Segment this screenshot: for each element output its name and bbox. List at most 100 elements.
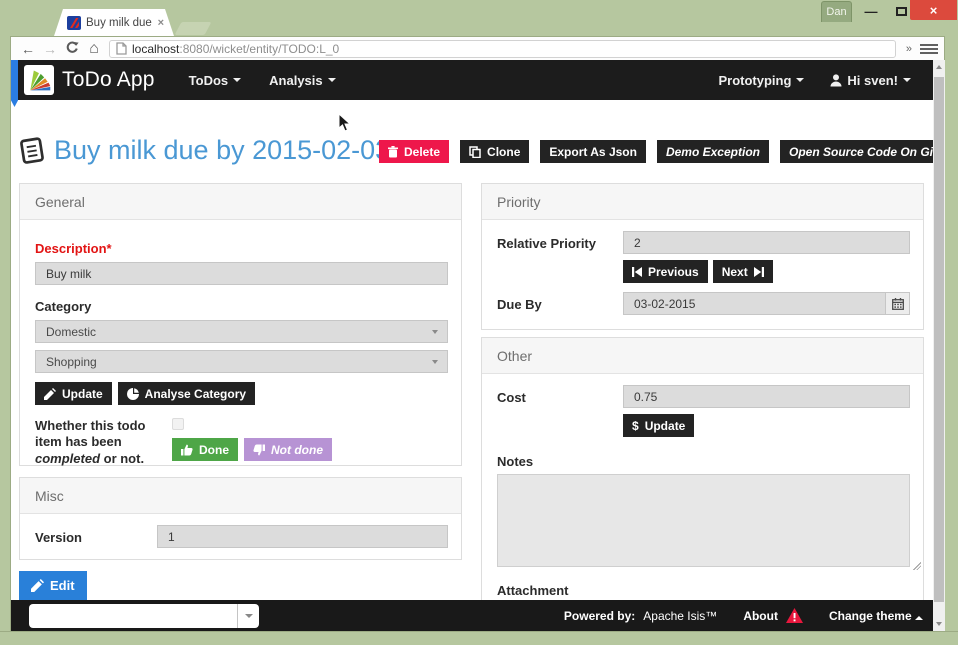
menu-analysis[interactable]: Analysis	[269, 73, 335, 88]
relative-priority-input	[623, 231, 910, 254]
calendar-button[interactable]	[886, 292, 910, 315]
chevron-down-icon	[233, 78, 241, 82]
browser-tab[interactable]: Buy milk due by 201 ×	[54, 9, 174, 36]
relative-priority-label: Relative Priority	[497, 231, 623, 283]
page-icon	[116, 42, 127, 55]
tab-title: Buy milk due by 201	[86, 17, 153, 29]
due-by-label: Due By	[497, 292, 623, 315]
menu-prototyping[interactable]: Prototyping	[718, 73, 804, 88]
chevron-up-icon	[915, 616, 923, 620]
debug-ribbon	[11, 60, 18, 107]
next-button[interactable]: Next	[713, 260, 773, 283]
app-footer: Powered by: Apache Isis™ About Change th…	[11, 600, 933, 631]
previous-button[interactable]: Previous	[623, 260, 708, 283]
cost-label: Cost	[497, 385, 623, 437]
attachment-label: Attachment	[497, 583, 910, 598]
page-header: Buy milk due by 2015-02-03	[19, 135, 390, 166]
powered-by-label: Powered by:	[564, 609, 635, 623]
menu-user[interactable]: Hi sven!	[830, 73, 911, 88]
description-input[interactable]	[35, 262, 448, 285]
update-category-button[interactable]: Update	[35, 382, 112, 405]
description-label: Description*	[35, 241, 448, 256]
apache-isis-link[interactable]: Apache Isis™	[643, 609, 717, 623]
step-forward-icon	[754, 267, 764, 277]
step-backward-icon	[632, 267, 642, 277]
analyse-category-button[interactable]: Analyse Category	[118, 382, 255, 405]
tab-close-icon[interactable]: ×	[158, 17, 164, 29]
cost-update-button[interactable]: $ Update	[623, 414, 694, 437]
subcategory-select[interactable]: Shopping	[35, 350, 448, 373]
menu-todos[interactable]: ToDos	[189, 73, 241, 88]
thumbs-up-icon	[181, 444, 193, 456]
browser-toolbar: ← → ⌂ localhost:8080/wicket/entity/TODO:…	[10, 36, 945, 60]
brand-logo[interactable]	[24, 65, 54, 95]
home-icon[interactable]: ⌂	[83, 40, 105, 58]
calendar-icon	[892, 298, 904, 310]
not-done-button[interactable]: Not done	[244, 438, 332, 461]
dollar-icon: $	[632, 419, 639, 433]
back-icon[interactable]: ←	[17, 41, 39, 57]
resize-handle[interactable]	[913, 562, 921, 570]
other-panel: Other Cost $ Update Notes Attachment Doc	[481, 337, 924, 627]
warning-triangle-icon[interactable]	[786, 608, 803, 623]
export-json-button[interactable]: Export As Json	[540, 140, 646, 163]
url-host: localhost	[132, 42, 179, 56]
window-close-button[interactable]: ×	[910, 0, 957, 20]
url-text: localhost:8080/wicket/entity/TODO:L_0	[132, 42, 339, 56]
browser-profile-button[interactable]: Dan	[821, 1, 852, 22]
chevron-down-icon	[432, 360, 438, 364]
category-select[interactable]: Domestic	[35, 320, 448, 343]
footer-theme-select[interactable]	[29, 604, 259, 628]
isis-favicon	[67, 16, 81, 30]
notes-label: Notes	[497, 454, 910, 469]
window-frame-bottom	[0, 631, 958, 645]
priority-panel: Priority Relative Priority Previous Next	[481, 183, 924, 330]
open-source-button[interactable]: Open Source Code On Github	[780, 140, 933, 163]
url-bar[interactable]: localhost:8080/wicket/entity/TODO:L_0	[109, 40, 896, 58]
browser-menu-icon[interactable]	[920, 44, 938, 54]
general-panel: General Description* Category Domestic S…	[19, 183, 462, 466]
maximize-icon	[896, 7, 907, 16]
completed-label: Whether this todo item has been complete…	[35, 418, 172, 467]
scroll-down-icon[interactable]	[933, 617, 945, 631]
done-button[interactable]: Done	[172, 438, 238, 461]
category-label: Category	[35, 299, 448, 314]
pie-chart-icon	[127, 388, 139, 400]
notes-textarea[interactable]	[497, 474, 910, 567]
thumbs-down-icon	[253, 444, 265, 456]
demo-exception-button[interactable]: Demo Exception	[657, 140, 769, 163]
pencil-icon	[44, 388, 56, 400]
misc-panel-heading: Misc	[20, 478, 461, 514]
about-link[interactable]: About	[743, 609, 778, 623]
new-tab-button[interactable]	[175, 22, 212, 35]
action-bar: Delete Clone Export As Json Demo Excepti…	[379, 140, 933, 163]
copy-icon	[469, 146, 481, 158]
reload-icon[interactable]	[61, 41, 83, 57]
clone-button[interactable]: Clone	[460, 140, 529, 163]
completed-checkbox[interactable]	[172, 418, 184, 430]
chevron-down-icon	[328, 78, 336, 82]
misc-panel: Misc Version	[19, 477, 462, 560]
reload-glyph-icon	[66, 41, 79, 54]
bookmarks-overflow-icon[interactable]: »	[906, 43, 912, 55]
general-panel-heading: General	[20, 184, 461, 220]
page-title: Buy milk due by 2015-02-03	[54, 135, 390, 166]
pencil-icon	[31, 579, 44, 592]
due-by-input[interactable]	[623, 292, 886, 315]
mouse-cursor	[338, 113, 352, 133]
delete-button[interactable]: Delete	[379, 140, 449, 163]
url-path: :8080/wicket/entity/TODO:L_0	[179, 42, 339, 56]
page-scrollbar[interactable]	[933, 60, 945, 631]
brand-title[interactable]: ToDo App	[62, 68, 155, 92]
other-panel-heading: Other	[482, 338, 923, 374]
window-minimize-button[interactable]: —	[858, 2, 884, 20]
forward-icon[interactable]: →	[39, 41, 61, 57]
person-icon	[830, 74, 842, 87]
priority-panel-heading: Priority	[482, 184, 923, 220]
scroll-up-icon[interactable]	[933, 60, 945, 74]
scrollbar-thumb[interactable]	[934, 77, 944, 602]
cost-input	[623, 385, 910, 408]
edit-button[interactable]: Edit	[19, 571, 87, 600]
fan-logo-icon	[26, 67, 52, 93]
change-theme-link[interactable]: Change theme	[829, 609, 923, 623]
